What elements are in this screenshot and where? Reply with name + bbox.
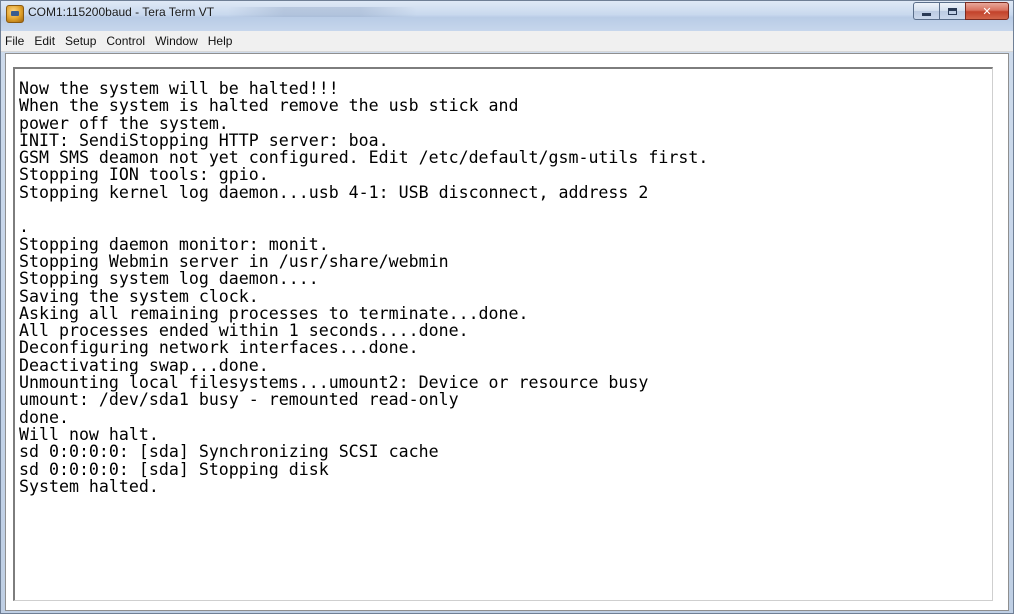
terminal-line: Deactivating swap...done.: [19, 355, 269, 375]
terminal-line: Stopping daemon monitor: monit.: [19, 234, 329, 254]
terminal-line: When the system is halted remove the usb…: [19, 96, 519, 116]
window-title: COM1:115200baud - Tera Term VT: [28, 5, 215, 19]
terminal-output[interactable]: Now the system will be halted!!! When th…: [13, 67, 993, 601]
minimize-icon: [922, 12, 931, 16]
terminal-line: Stopping ION tools: gpio.: [19, 165, 269, 185]
menu-help[interactable]: Help: [203, 31, 238, 51]
terminal-line: Stopping system log daemon....: [19, 269, 319, 289]
menu-bar: File Edit Setup Control Window Help: [1, 31, 1013, 52]
tera-term-window: COM1:115200baud - Tera Term VT ✕ File Ed…: [0, 0, 1014, 614]
terminal-line: umount: /dev/sda1 busy - remounted read-…: [19, 390, 459, 410]
menu-setup[interactable]: Setup: [60, 31, 101, 51]
terminal-line: Stopping kernel log daemon...usb 4-1: US…: [19, 182, 649, 202]
menu-window[interactable]: Window: [150, 31, 203, 51]
title-bar[interactable]: COM1:115200baud - Tera Term VT ✕: [1, 1, 1013, 31]
close-icon: ✕: [982, 4, 992, 18]
terminal-line: Saving the system clock.: [19, 286, 259, 306]
terminal-line: System halted.: [19, 476, 159, 496]
blurred-title-region: [227, 7, 417, 17]
terminal-line: All processes ended within 1 seconds....…: [19, 321, 469, 341]
tera-term-icon[interactable]: [6, 5, 24, 23]
close-button[interactable]: ✕: [965, 2, 1009, 20]
terminal-line: power off the system.: [19, 113, 229, 133]
maximize-icon: [948, 7, 957, 15]
menu-edit[interactable]: Edit: [29, 31, 60, 51]
terminal-line: Deconfiguring network interfaces...done.: [19, 338, 419, 358]
terminal-line: GSM SMS deamon not yet configured. Edit …: [19, 148, 709, 168]
menu-file[interactable]: File: [1, 31, 29, 51]
terminal-line: Stopping Webmin server in /usr/share/web…: [19, 251, 449, 271]
terminal-line: done.: [19, 407, 69, 427]
terminal-line: .: [19, 217, 29, 237]
minimize-button[interactable]: [913, 2, 939, 20]
terminal-line: sd 0:0:0:0: [sda] Stopping disk: [19, 459, 329, 479]
terminal-line: INIT: SendiStopping HTTP server: boa.: [19, 130, 389, 150]
terminal-line: sd 0:0:0:0: [sda] Synchronizing SCSI cac…: [19, 442, 439, 462]
terminal-line: Will now halt.: [19, 424, 159, 444]
terminal-line: Unmounting local filesystems...umount2: …: [19, 373, 649, 393]
menu-control[interactable]: Control: [101, 31, 150, 51]
terminal-line: Asking all remaining processes to termin…: [19, 303, 529, 323]
terminal-line: Now the system will be halted!!!: [19, 79, 339, 98]
maximize-button[interactable]: [939, 2, 965, 20]
window-controls: ✕: [913, 2, 1009, 21]
